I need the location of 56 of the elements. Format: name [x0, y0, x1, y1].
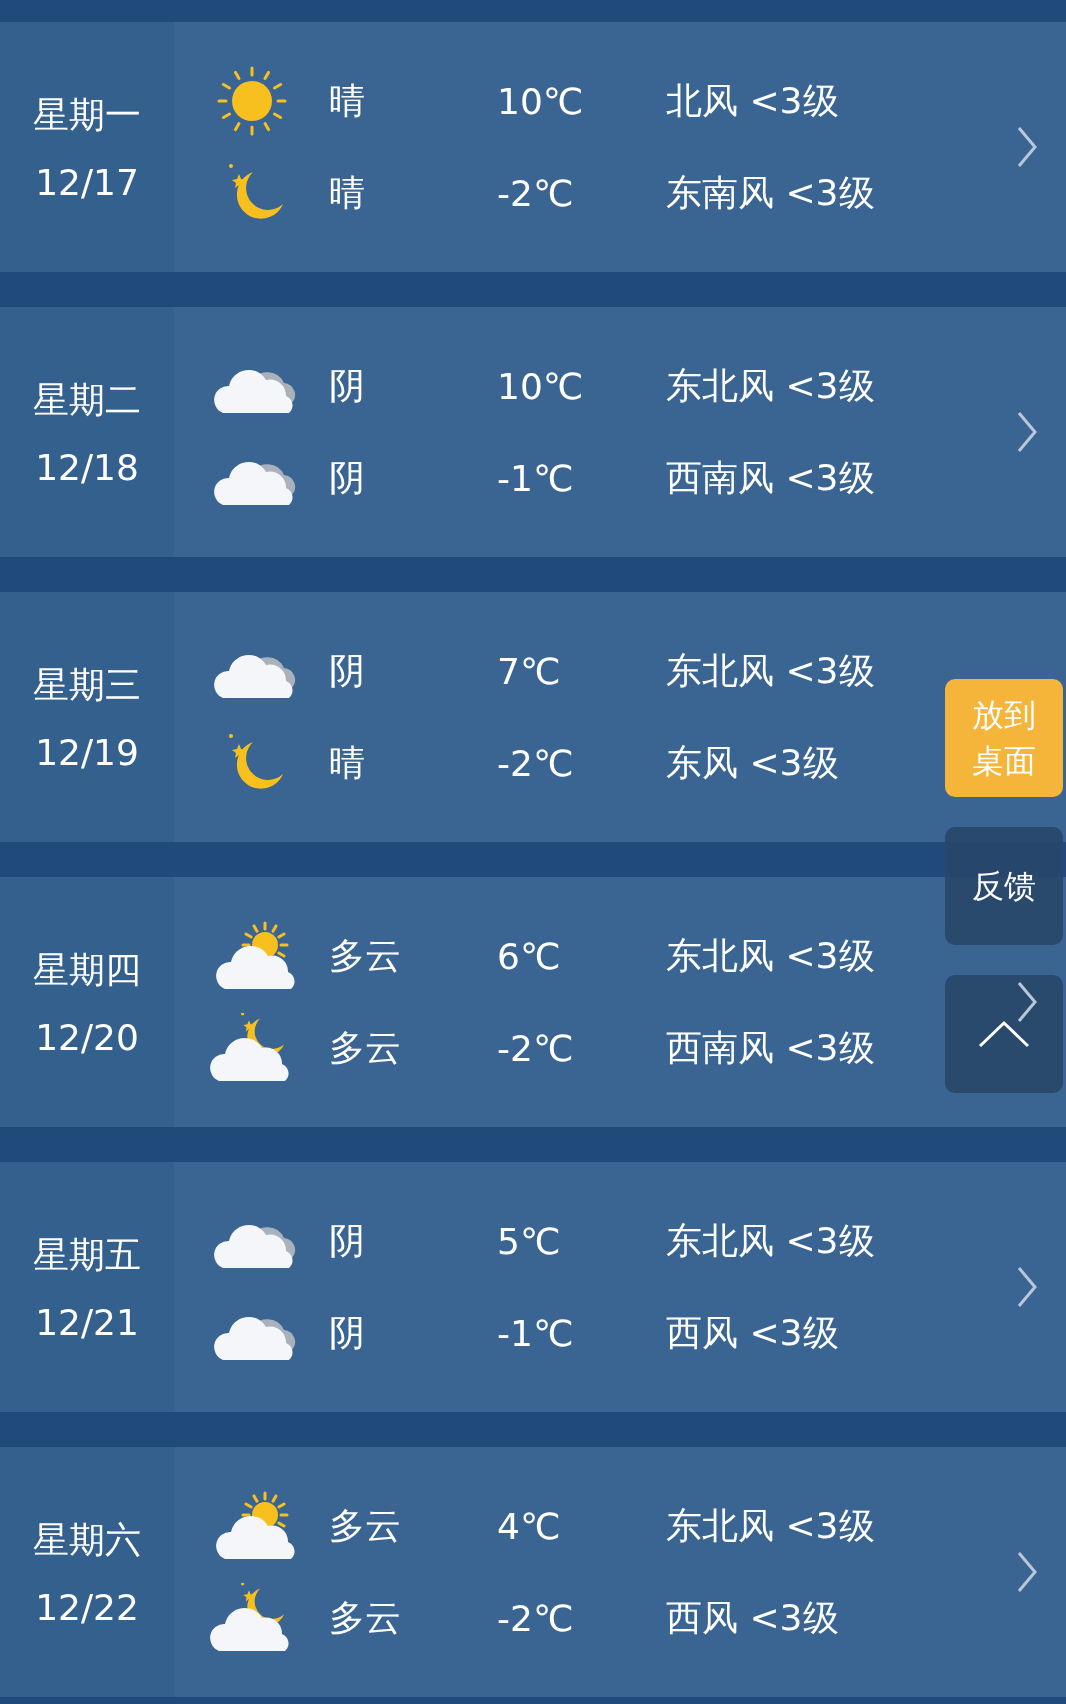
temperature-label: 4℃ [497, 1505, 562, 1547]
temperature-label: 10℃ [497, 80, 585, 122]
weekday-label: 星期三 [33, 663, 141, 707]
condition-label: 阴 [329, 1310, 366, 1355]
wind-label: 东南风 <3级 [666, 170, 875, 215]
wind-label: 东北风 <3级 [666, 363, 875, 408]
date-label: 12/17 [35, 162, 139, 203]
weekday-label: 星期一 [33, 93, 141, 137]
condition-label: 晴 [329, 170, 366, 215]
temperature-label: -2℃ [497, 1027, 575, 1069]
chevron-up-icon [978, 1020, 1030, 1048]
wind-label: 西南风 <3级 [666, 1025, 875, 1070]
condition-label: 多云 [329, 1025, 402, 1070]
wind-label: 西风 <3级 [666, 1310, 839, 1355]
temperature-label: -2℃ [497, 1597, 575, 1639]
date-label: 12/20 [35, 1017, 139, 1058]
chevron-right-icon[interactable] [1016, 1550, 1038, 1594]
wind-label: 西风 <3级 [666, 1595, 839, 1640]
wind-label: 北风 <3级 [666, 78, 839, 123]
chevron-right-icon[interactable] [1016, 125, 1038, 169]
temperature-label: -1℃ [497, 1312, 575, 1354]
weekday-label: 星期五 [33, 1233, 141, 1277]
temperature-label: 6℃ [497, 935, 562, 977]
condition-label: 多云 [329, 933, 402, 978]
date-label: 12/21 [35, 1302, 139, 1343]
temperature-label: 10℃ [497, 365, 585, 407]
temperature-label: -2℃ [497, 742, 575, 784]
wind-label: 东北风 <3级 [666, 933, 875, 978]
condition-label: 多云 [329, 1595, 402, 1640]
wind-label: 西南风 <3级 [666, 455, 875, 500]
temperature-label: 5℃ [497, 1220, 562, 1262]
temperature-label: -1℃ [497, 457, 575, 499]
weekday-label: 星期六 [33, 1518, 141, 1562]
temperature-label: -2℃ [497, 172, 575, 214]
chevron-right-icon[interactable] [1016, 980, 1038, 1024]
condition-label: 晴 [329, 78, 366, 123]
weekday-label: 星期二 [33, 378, 141, 422]
temperature-label: 7℃ [497, 650, 562, 692]
wind-label: 东北风 <3级 [666, 1503, 875, 1548]
condition-label: 晴 [329, 740, 366, 785]
wind-label: 东北风 <3级 [666, 648, 875, 693]
condition-label: 阴 [329, 648, 366, 693]
date-label: 12/19 [35, 732, 139, 773]
weekday-label: 星期四 [33, 948, 141, 992]
wind-label: 东风 <3级 [666, 740, 839, 785]
condition-label: 阴 [329, 455, 366, 500]
wind-label: 东北风 <3级 [666, 1218, 875, 1263]
chevron-right-icon[interactable] [1016, 410, 1038, 454]
condition-label: 多云 [329, 1503, 402, 1548]
scroll-top-button[interactable] [945, 975, 1063, 1093]
chevron-right-icon[interactable] [1016, 1265, 1038, 1309]
date-label: 12/18 [35, 447, 139, 488]
feedback-button[interactable]: 反馈 [945, 827, 1063, 945]
date-label: 12/22 [35, 1587, 139, 1628]
condition-label: 阴 [329, 363, 366, 408]
condition-label: 阴 [329, 1218, 366, 1263]
